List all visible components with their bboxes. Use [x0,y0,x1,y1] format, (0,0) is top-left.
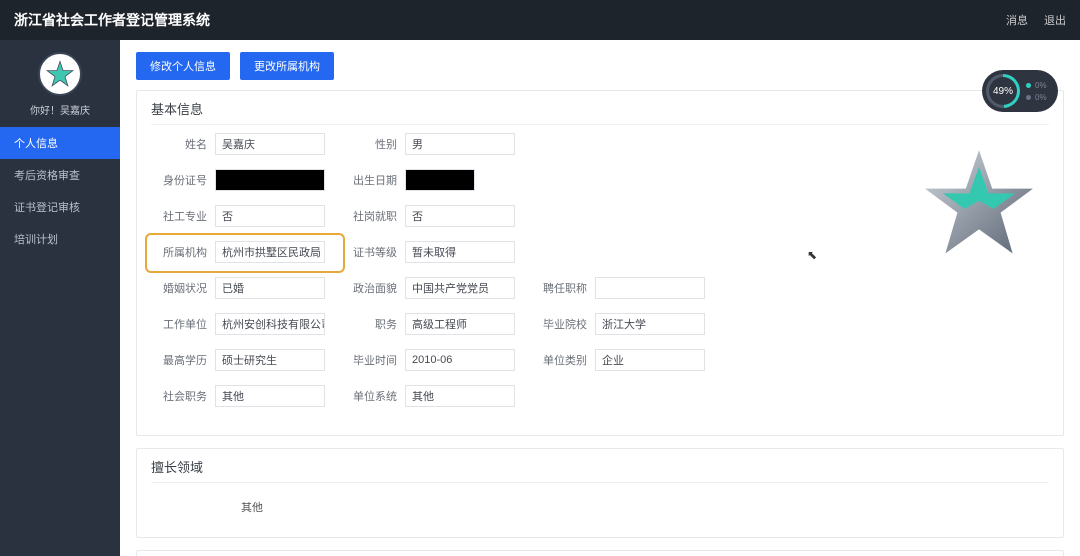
resume-panel: 个人履历 工作单位 经历描述 开始年月 结束年月 暂无个人履历信息 [136,550,1064,556]
dot-icon [1026,83,1031,88]
messages-link[interactable]: 消息 [1006,12,1028,28]
star-logo-icon [919,143,1039,263]
post-label: 社岗就职 [341,208,397,224]
job-field[interactable]: 高级工程师 [405,313,515,335]
unitsys-field[interactable]: 其他 [405,385,515,407]
content: 修改个人信息 更改所属机构 基本信息 姓名吴嘉庆 性别男 身份证号 出生日期 社… [120,40,1080,556]
topbar-right: 消息 退出 [1006,12,1066,28]
soc-label: 社会职务 [151,388,207,404]
progress-legend: 0% 0% [1020,81,1054,102]
gender-field[interactable]: 男 [405,133,515,155]
company-label: 工作单位 [151,316,207,332]
org-field[interactable]: 杭州市拱墅区民政局 [215,241,325,263]
photo-box [909,133,1049,273]
nav-cert-review[interactable]: 证书登记审核 [0,191,120,223]
avatar [38,52,82,96]
marital-field[interactable]: 已婚 [215,277,325,299]
gradtime-label: 毕业时间 [341,352,397,368]
greeting: 你好！吴嘉庆 [30,102,90,117]
unitsys-label: 单位系统 [341,388,397,404]
nav: 个人信息 考后资格审查 证书登记审核 培训计划 [0,127,120,255]
id-field[interactable] [215,169,325,191]
nav-personal-info[interactable]: 个人信息 [0,127,120,159]
edit-info-button[interactable]: 修改个人信息 [136,52,230,80]
birth-label: 出生日期 [341,172,397,188]
nav-training-plan[interactable]: 培训计划 [0,223,120,255]
post-field[interactable]: 否 [405,205,515,227]
skill-value: 其他 [151,491,1049,523]
job-label: 职务 [341,316,397,332]
star-icon [46,60,74,88]
company-field[interactable]: 杭州安创科技有限公司 [215,313,325,335]
marital-label: 婚姻状况 [151,280,207,296]
gender-label: 性别 [341,136,397,152]
major-field[interactable]: 否 [215,205,325,227]
skill-title: 擅长领域 [151,457,1049,483]
edu-field[interactable]: 硕士研究生 [215,349,325,371]
org-label: 所属机构 [151,244,207,260]
progress-circle-icon: 49% [986,74,1020,108]
basic-info-panel: 基本信息 姓名吴嘉庆 性别男 身份证号 出生日期 社工专业否 社岗就职否 [136,90,1064,436]
polit-label: 政治面貌 [341,280,397,296]
cert-field[interactable]: 暂未取得 [405,241,515,263]
name-label: 姓名 [151,136,207,152]
birth-field[interactable] [405,169,475,191]
orgtype-field[interactable]: 企业 [595,349,705,371]
progress-percent: 49% [993,86,1013,97]
orgtype-label: 单位类别 [531,352,587,368]
edu-label: 最高学历 [151,352,207,368]
change-org-button[interactable]: 更改所属机构 [240,52,334,80]
title-label: 聘任职称 [531,280,587,296]
school-label: 毕业院校 [531,316,587,332]
title-field[interactable] [595,277,705,299]
sidebar: 你好！吴嘉庆 个人信息 考后资格审查 证书登记审核 培训计划 [0,40,120,556]
skill-panel: 擅长领域 其他 [136,448,1064,538]
app-title: 浙江省社会工作者登记管理系统 [14,10,210,30]
progress-widget[interactable]: 49% 0% 0% [982,70,1058,112]
basic-info-title: 基本信息 [151,99,1049,125]
dot-icon [1026,95,1031,100]
action-bar: 修改个人信息 更改所属机构 [136,52,1064,80]
major-label: 社工专业 [151,208,207,224]
soc-field[interactable]: 其他 [215,385,325,407]
id-label: 身份证号 [151,172,207,188]
top-bar: 浙江省社会工作者登记管理系统 消息 退出 [0,0,1080,40]
name-field[interactable]: 吴嘉庆 [215,133,325,155]
gradtime-field[interactable]: 2010-06 [405,349,515,371]
school-field[interactable]: 浙江大学 [595,313,705,335]
cert-label: 证书等级 [341,244,397,260]
nav-exam-review[interactable]: 考后资格审查 [0,159,120,191]
polit-field[interactable]: 中国共产党党员 [405,277,515,299]
logout-link[interactable]: 退出 [1044,12,1066,28]
